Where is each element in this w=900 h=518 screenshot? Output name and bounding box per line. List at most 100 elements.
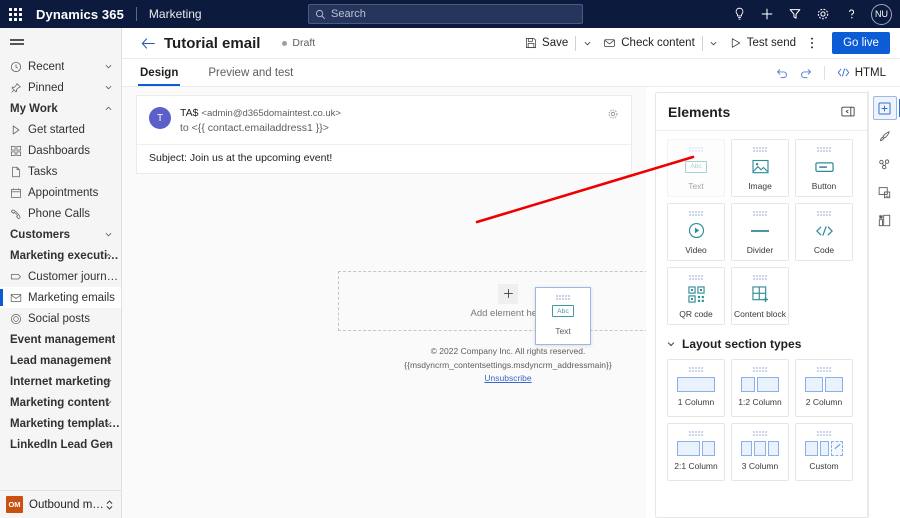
elements-grid: Abc Text Image Button Video Divider Code… bbox=[656, 131, 867, 325]
layout-tile-custom[interactable]: Custom bbox=[795, 423, 853, 481]
video-play-icon bbox=[688, 221, 705, 240]
sidebar-collapse-button[interactable] bbox=[0, 28, 121, 56]
chevron-down-icon bbox=[104, 419, 113, 428]
sidebar-item-recent[interactable]: Recent bbox=[0, 56, 121, 77]
global-search[interactable] bbox=[308, 4, 583, 24]
sidebar-group-marketing-content[interactable]: Marketing content bbox=[0, 392, 121, 413]
sidebar-group-marketing-execution[interactable]: Marketing execution bbox=[0, 245, 121, 266]
element-tile-label: Video bbox=[685, 245, 707, 255]
button-icon bbox=[814, 157, 834, 176]
status-label: Draft bbox=[292, 37, 316, 49]
sidebar-group-internet-marketing[interactable]: Internet marketing bbox=[0, 371, 121, 392]
plus-icon[interactable] bbox=[498, 283, 518, 304]
preview-device-icon[interactable] bbox=[873, 180, 897, 204]
sidebar-group-label: Customers bbox=[10, 228, 71, 241]
gear-icon[interactable] bbox=[607, 108, 619, 123]
add-new-icon[interactable] bbox=[754, 0, 780, 28]
unsubscribe-link[interactable]: Unsubscribe bbox=[484, 373, 531, 383]
search-input[interactable] bbox=[331, 8, 576, 20]
waffle-icon[interactable] bbox=[0, 7, 30, 21]
element-tile-content-block[interactable]: Content block bbox=[731, 267, 789, 325]
html-view-button[interactable]: HTML bbox=[831, 62, 892, 84]
help-icon[interactable] bbox=[838, 0, 864, 28]
sidebar-item-customer-journeys[interactable]: Customer journeys bbox=[0, 266, 121, 287]
test-send-button[interactable]: Test send bbox=[724, 31, 802, 56]
sidebar: Recent Pinned My Work Get started Dashbo… bbox=[0, 28, 122, 518]
layout-tile-3-column[interactable]: 3 Column bbox=[731, 423, 789, 481]
sidebar-item-dashboards[interactable]: Dashboards bbox=[0, 140, 121, 161]
element-tile-divider[interactable]: Divider bbox=[731, 203, 789, 261]
check-content-options-chevron[interactable] bbox=[704, 31, 724, 56]
redo-icon[interactable] bbox=[794, 61, 818, 85]
sidebar-group-customers[interactable]: Customers bbox=[0, 224, 121, 245]
styles-brush-icon[interactable] bbox=[873, 124, 897, 148]
code-icon bbox=[837, 67, 850, 78]
sidebar-group-label: Event management bbox=[10, 333, 116, 346]
element-tile-qr-code[interactable]: QR code bbox=[667, 267, 725, 325]
sidebar-item-label: Tasks bbox=[28, 165, 58, 178]
area-switcher[interactable]: OM Outbound market... bbox=[0, 490, 121, 518]
layout-tile-2-column[interactable]: 2 Column bbox=[795, 359, 853, 417]
sidebar-group-linkedin-lead-gen[interactable]: LinkedIn Lead Gen bbox=[0, 434, 121, 455]
dragged-text-element[interactable]: Abc Text bbox=[535, 287, 591, 345]
sidebar-item-label: Get started bbox=[28, 123, 85, 136]
sidebar-item-social-posts[interactable]: Social posts bbox=[0, 308, 121, 329]
more-commands-button[interactable] bbox=[802, 31, 822, 56]
save-button[interactable]: Save bbox=[519, 31, 574, 56]
tab-design[interactable]: Design bbox=[128, 59, 190, 86]
text-abc-icon: Abc bbox=[552, 305, 574, 317]
settings-gear-icon[interactable] bbox=[810, 0, 836, 28]
editor-tools: HTML bbox=[770, 59, 900, 86]
drag-grip-icon bbox=[753, 147, 767, 152]
drag-grip-icon bbox=[689, 367, 703, 372]
sidebar-group-event-management[interactable]: Event management bbox=[0, 329, 121, 350]
element-tile-code[interactable]: Code bbox=[795, 203, 853, 261]
save-label: Save bbox=[542, 37, 569, 49]
check-content-button[interactable]: Check content bbox=[597, 31, 701, 56]
brand-name[interactable]: Dynamics 365 bbox=[30, 7, 124, 22]
layers-icon[interactable] bbox=[873, 208, 897, 232]
sidebar-item-marketing-emails[interactable]: Marketing emails bbox=[0, 287, 121, 308]
send-icon bbox=[730, 37, 742, 49]
sidebar-item-phone-calls[interactable]: Phone Calls bbox=[0, 203, 121, 224]
collapse-panel-icon[interactable] bbox=[841, 106, 855, 117]
chevron-down-icon bbox=[104, 62, 113, 71]
sidebar-group-lead-management[interactable]: Lead management bbox=[0, 350, 121, 371]
sidebar-group-my-work[interactable]: My Work bbox=[0, 98, 121, 119]
elements-panel-icon[interactable] bbox=[872, 96, 900, 120]
element-tile-image[interactable]: Image bbox=[731, 139, 789, 197]
chevron-down-icon bbox=[104, 335, 113, 344]
sidebar-item-pinned[interactable]: Pinned bbox=[0, 77, 121, 98]
element-tile-video[interactable]: Video bbox=[667, 203, 725, 261]
back-button[interactable] bbox=[134, 28, 162, 59]
go-live-button[interactable]: Go live bbox=[832, 32, 890, 54]
tab-preview-and-test[interactable]: Preview and test bbox=[196, 59, 305, 86]
layout-tile-2-1-column[interactable]: 2:1 Column bbox=[667, 423, 725, 481]
undo-icon[interactable] bbox=[770, 61, 794, 85]
filter-icon[interactable] bbox=[782, 0, 808, 28]
sidebar-item-appointments[interactable]: Appointments bbox=[0, 182, 121, 203]
layout-tile-1-column[interactable]: 1 Column bbox=[667, 359, 725, 417]
chevron-down-icon bbox=[104, 83, 113, 92]
layout-section-header[interactable]: Layout section types bbox=[656, 325, 867, 357]
layout-tile-1-2-column[interactable]: 1:2 Column bbox=[731, 359, 789, 417]
sidebar-group-marketing-templates[interactable]: Marketing templates bbox=[0, 413, 121, 434]
chevron-up-icon bbox=[104, 251, 113, 260]
save-options-chevron[interactable] bbox=[577, 31, 597, 56]
avatar[interactable]: NU bbox=[871, 3, 892, 25]
text-abc-icon: Abc bbox=[685, 157, 707, 176]
brand-divider bbox=[135, 7, 137, 21]
personalization-icon[interactable] bbox=[873, 152, 897, 176]
suite-actions: NU bbox=[726, 0, 894, 28]
add-element-drop-zone[interactable]: Add element here bbox=[338, 271, 646, 331]
insights-bulb-icon[interactable] bbox=[726, 0, 752, 28]
chevron-down-icon bbox=[666, 339, 676, 349]
sidebar-item-tasks[interactable]: Tasks bbox=[0, 161, 121, 182]
sidebar-item-get-started[interactable]: Get started bbox=[0, 119, 121, 140]
email-subject-line[interactable]: Subject: Join us at the upcoming event! bbox=[137, 144, 631, 173]
email-designer-canvas[interactable]: T TA$ <admin@d365domaintest.co.uk> to <{… bbox=[122, 87, 646, 518]
email-to-line: to <{{ contact.emailaddress1 }}> bbox=[180, 122, 329, 135]
element-tile-text[interactable]: Abc Text bbox=[667, 139, 725, 197]
element-tile-button[interactable]: Button bbox=[795, 139, 853, 197]
sidebar-item-label: Pinned bbox=[28, 81, 64, 94]
